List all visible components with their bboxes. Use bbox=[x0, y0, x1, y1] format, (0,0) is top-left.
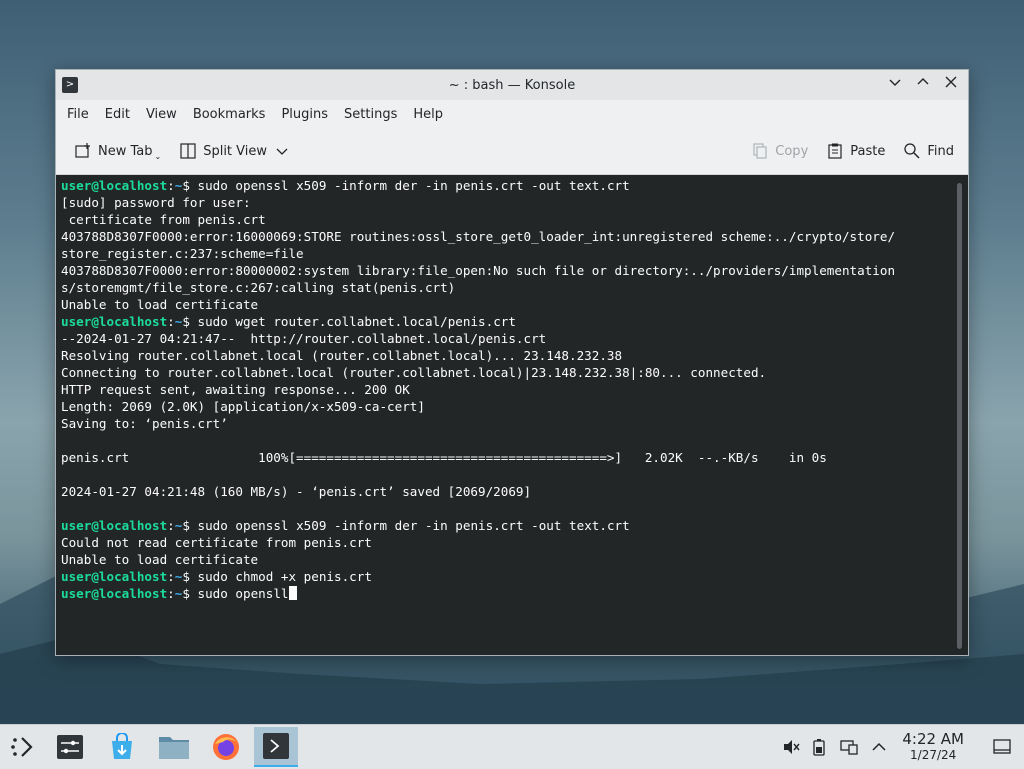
command-text: sudo openssl x509 -inform der -in penis.… bbox=[197, 518, 630, 533]
terminal-output-line: Saving to: ‘penis.crt’ bbox=[61, 416, 228, 431]
konsole-window: > ~ : bash — Konsole File Edit View Book… bbox=[55, 69, 969, 656]
new-tab-icon bbox=[74, 142, 92, 160]
terminal-output-line: Unable to load certificate bbox=[61, 552, 259, 567]
terminal-output: user@localhost:~$ sudo openssl x509 -inf… bbox=[56, 175, 968, 602]
terminal-output-line: Connecting to router.collabnet.local (ro… bbox=[61, 365, 767, 380]
close-icon[interactable] bbox=[942, 76, 960, 94]
terminal-output-line: HTTP request sent, awaiting response... … bbox=[61, 382, 410, 397]
terminal-prompt-line: user@localhost:~$ sudo openssl x509 -inf… bbox=[61, 177, 968, 194]
terminal-output-line: s/storemgmt/file_store.c:267:calling sta… bbox=[61, 280, 456, 295]
battery-icon[interactable] bbox=[804, 738, 834, 756]
terminal-output-line: 2024-01-27 04:21:48 (160 MB/s) - ‘penis.… bbox=[61, 484, 532, 499]
menu-plugins[interactable]: Plugins bbox=[273, 107, 336, 122]
menu-edit[interactable]: Edit bbox=[97, 107, 138, 122]
menu-view[interactable]: View bbox=[138, 107, 185, 122]
prompt-separator: : bbox=[167, 569, 175, 584]
terminal-output-line: penis.crt 100%[=========================… bbox=[61, 450, 827, 465]
expand-tray-icon[interactable] bbox=[864, 740, 894, 754]
prompt-end: $ bbox=[182, 178, 198, 193]
terminal-output-line: store_register.c:237:scheme=file bbox=[61, 246, 304, 261]
prompt-separator: : bbox=[167, 314, 175, 329]
prompt-user: user@localhost bbox=[61, 569, 168, 584]
search-icon bbox=[903, 142, 921, 160]
prompt-end: $ bbox=[182, 586, 198, 601]
command-text: sudo opensll bbox=[197, 586, 289, 601]
menu-file[interactable]: File bbox=[59, 107, 97, 122]
terminal-prompt-line: user@localhost:~$ sudo opensll bbox=[61, 585, 968, 602]
prompt-user: user@localhost bbox=[61, 586, 168, 601]
prompt-separator: : bbox=[167, 518, 175, 533]
find-label: Find bbox=[927, 143, 954, 159]
volume-muted-icon[interactable] bbox=[778, 738, 804, 756]
maximize-icon[interactable] bbox=[914, 76, 932, 94]
paste-icon bbox=[826, 142, 844, 160]
terminal-output-line: 403788D8307F0000:error:80000002:system l… bbox=[61, 263, 896, 278]
prompt-end: $ bbox=[182, 569, 198, 584]
terminal-output-line: 403788D8307F0000:error:16000069:STORE ro… bbox=[61, 229, 896, 244]
title-bar[interactable]: > ~ : bash — Konsole bbox=[56, 70, 968, 100]
terminal-output-line: Unable to load certificate bbox=[61, 297, 259, 312]
chevron-down-icon[interactable] bbox=[273, 142, 291, 160]
copy-label: Copy bbox=[775, 143, 809, 159]
prompt-separator: : bbox=[167, 586, 175, 601]
command-text: sudo chmod +x penis.crt bbox=[197, 569, 372, 584]
terminal-scrollbar[interactable] bbox=[957, 183, 962, 649]
terminal-view[interactable]: user@localhost:~$ sudo openssl x509 -inf… bbox=[56, 175, 968, 655]
terminal-output-line: [sudo] password for user: bbox=[61, 195, 251, 210]
find-button[interactable]: Find bbox=[897, 136, 960, 166]
prompt-end: $ bbox=[182, 314, 198, 329]
terminal-output-line: Could not read certificate from penis.cr… bbox=[61, 535, 372, 550]
prompt-user: user@localhost bbox=[61, 314, 168, 329]
network-icon[interactable] bbox=[834, 738, 864, 756]
new-tab-button[interactable]: New Tab ⌄ bbox=[68, 136, 167, 166]
terminal-prompt-line: user@localhost:~$ sudo wget router.colla… bbox=[61, 313, 968, 330]
discover-store-icon[interactable] bbox=[100, 729, 144, 765]
prompt-user: user@localhost bbox=[61, 518, 168, 533]
terminal-output-line: Resolving router.collabnet.local (router… bbox=[61, 348, 623, 363]
terminal-output-line: Length: 2069 (2.0K) [application/x-x509-… bbox=[61, 399, 425, 414]
taskbar: 4:22 AM 1/27/24 bbox=[0, 724, 1024, 769]
prompt-user: user@localhost bbox=[61, 178, 168, 193]
clock-time: 4:22 AM bbox=[902, 730, 964, 748]
paste-label: Paste bbox=[850, 143, 886, 159]
split-view-icon bbox=[179, 142, 197, 160]
window-title: ~ : bash — Konsole bbox=[448, 77, 576, 93]
paste-button[interactable]: Paste bbox=[820, 136, 891, 166]
menu-bookmarks[interactable]: Bookmarks bbox=[185, 107, 274, 122]
command-text: sudo wget router.collabnet.local/penis.c… bbox=[197, 314, 516, 329]
prompt-end: $ bbox=[182, 518, 198, 533]
system-settings-icon[interactable] bbox=[48, 729, 92, 765]
system-tray bbox=[778, 725, 894, 769]
show-desktop-icon[interactable] bbox=[980, 729, 1024, 765]
terminal-cursor bbox=[288, 586, 297, 600]
terminal-prompt-line: user@localhost:~$ sudo chmod +x penis.cr… bbox=[61, 568, 968, 585]
firefox-icon[interactable] bbox=[204, 729, 248, 765]
copy-button[interactable]: Copy bbox=[745, 136, 814, 166]
new-tab-label: New Tab bbox=[98, 143, 153, 159]
terminal-prompt-line: user@localhost:~$ sudo openssl x509 -inf… bbox=[61, 517, 968, 534]
split-view-label: Split View bbox=[203, 143, 268, 159]
command-text: sudo openssl x509 -inform der -in penis.… bbox=[197, 178, 630, 193]
minimize-icon[interactable] bbox=[886, 76, 904, 94]
split-view-button[interactable]: Split View bbox=[173, 136, 297, 166]
digital-clock[interactable]: 4:22 AM 1/27/24 bbox=[902, 730, 964, 763]
menu-bar: File Edit View Bookmarks Plugins Setting… bbox=[56, 100, 968, 128]
copy-icon bbox=[751, 142, 769, 160]
application-launcher-icon[interactable] bbox=[0, 729, 44, 765]
new-tab-dropdown-icon[interactable]: ⌄ bbox=[155, 152, 162, 161]
terminal-output-line: --2024-01-27 04:21:47-- http://router.co… bbox=[61, 331, 547, 346]
prompt-separator: : bbox=[167, 178, 175, 193]
clock-date: 1/27/24 bbox=[910, 748, 957, 762]
terminal-output-line: certificate from penis.crt bbox=[61, 212, 266, 227]
konsole-task-icon[interactable] bbox=[254, 727, 298, 767]
menu-help[interactable]: Help bbox=[405, 107, 451, 122]
file-manager-icon[interactable] bbox=[152, 729, 196, 765]
menu-settings[interactable]: Settings bbox=[336, 107, 405, 122]
toolbar: New Tab ⌄ Split View Copy Paste Find bbox=[56, 128, 968, 175]
